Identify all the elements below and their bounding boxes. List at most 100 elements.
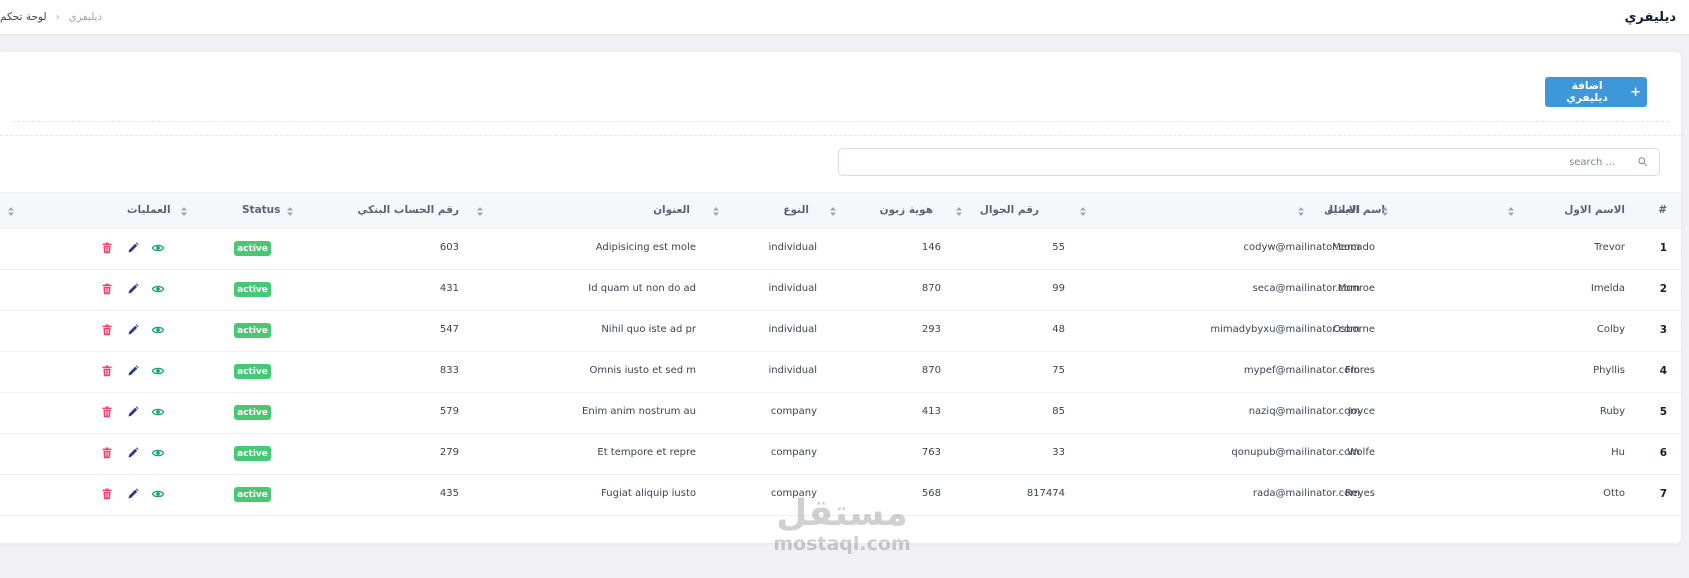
column-header-operations: العمليات — [127, 204, 171, 216]
breadcrumb-home-link[interactable]: لوحة تحكم — [0, 11, 47, 23]
cell-type: company — [770, 488, 817, 499]
table-row: 2 Imelda Monroe seca@mailinator.com 99 870 ind… — [0, 269, 1681, 311]
cell-customer-id: 146 — [921, 242, 941, 253]
table-row: 4 Phyllis Flores mypef@mailinator.com 75 870 i… — [0, 351, 1681, 393]
divider — [0, 135, 1681, 136]
cell-bank-account: 435 — [439, 488, 459, 499]
status-badge: active — [234, 323, 271, 338]
cell-address: Enim anim nostrum au — [582, 406, 696, 417]
pencil-icon[interactable] — [127, 488, 139, 500]
column-header-address[interactable]: العنوان — [653, 204, 690, 216]
cell-type: individual — [768, 242, 817, 253]
sort-icon[interactable] — [287, 207, 293, 216]
cell-mobile: 33 — [1052, 447, 1065, 458]
eye-icon[interactable] — [152, 283, 164, 295]
sort-icon[interactable] — [181, 207, 187, 216]
cell-address: Et tempore et repre — [597, 447, 696, 458]
trash-icon[interactable] — [101, 283, 113, 295]
status-badge: active — [234, 487, 271, 502]
sort-icon[interactable] — [477, 207, 483, 216]
cell-bank-account: 579 — [439, 406, 459, 417]
cell-type: individual — [768, 283, 817, 294]
cell-first-name: Trevor — [1594, 242, 1625, 253]
cell-bank-account: 279 — [439, 447, 459, 458]
add-delivery-button[interactable]: + اضافة ديليفري — [1545, 77, 1647, 107]
eye-icon[interactable] — [152, 324, 164, 336]
table-header: # الاسم الاول اسم العائلة الايميل رقم ال… — [0, 192, 1681, 229]
column-header-mobile[interactable]: رقم الجوال — [980, 204, 1039, 216]
eye-icon[interactable] — [152, 447, 164, 459]
cell-address: Omnis iusto et sed m — [589, 365, 696, 376]
pencil-icon[interactable] — [127, 365, 139, 377]
search-input[interactable] — [839, 149, 1619, 175]
cell-bank-account: 833 — [439, 365, 459, 376]
column-header-status[interactable]: Status — [242, 204, 280, 216]
pencil-icon[interactable] — [127, 447, 139, 459]
trash-icon[interactable] — [101, 406, 113, 418]
cell-bank-account: 603 — [439, 242, 459, 253]
cell-index: 7 — [1659, 488, 1667, 500]
status-badge: active — [234, 282, 271, 297]
cell-customer-id: 293 — [921, 324, 941, 335]
cell-mobile: 48 — [1052, 324, 1065, 335]
cell-address: Nihil quo iste ad pr — [601, 324, 696, 335]
column-header-bank-account[interactable]: رقم الحساب البنكي — [357, 204, 459, 216]
sort-icon[interactable] — [1298, 207, 1304, 216]
table-row: 6 Hu Wolfe qonupub@mailinator.com 33 763 compa… — [0, 433, 1681, 475]
eye-icon[interactable] — [152, 488, 164, 500]
pencil-icon[interactable] — [127, 242, 139, 254]
table-row: 3 Colby Osborne mimadybyxu@mailinator.com 48… — [0, 310, 1681, 352]
trash-icon[interactable] — [101, 488, 113, 500]
cell-customer-id: 763 — [921, 447, 941, 458]
sort-icon[interactable] — [1080, 207, 1086, 216]
status-badge: active — [234, 364, 271, 379]
cell-email: seca@mailinator.com — [1252, 283, 1360, 294]
status-badge: active — [234, 241, 271, 256]
cell-customer-id: 413 — [921, 406, 941, 417]
cell-email: mypef@mailinator.com — [1243, 365, 1360, 376]
cell-mobile: 75 — [1052, 365, 1065, 376]
column-header-first-name[interactable]: الاسم الاول — [1564, 204, 1625, 216]
search-icon — [1638, 157, 1647, 166]
cell-index: 5 — [1659, 406, 1667, 418]
eye-icon[interactable] — [152, 365, 164, 377]
sort-icon[interactable] — [1382, 207, 1388, 216]
pencil-icon[interactable] — [127, 406, 139, 418]
pencil-icon[interactable] — [127, 283, 139, 295]
column-header-type[interactable]: النوع — [783, 204, 809, 216]
cell-type: company — [770, 447, 817, 458]
cell-email: qonupub@mailinator.com — [1231, 447, 1360, 458]
eye-icon[interactable] — [152, 242, 164, 254]
table-row: 1 Trevor Mercado codyw@mailinator.com 55 146 i… — [0, 228, 1681, 270]
cell-index: 6 — [1659, 447, 1667, 459]
trash-icon[interactable] — [101, 242, 113, 254]
sort-icon[interactable] — [1508, 207, 1514, 216]
cell-email: mimadybyxu@mailinator.com — [1210, 324, 1360, 335]
pencil-icon[interactable] — [127, 324, 139, 336]
sort-icon[interactable] — [830, 207, 836, 216]
cell-mobile: 55 — [1052, 242, 1065, 253]
column-header-customer-id[interactable]: هوية زبون — [880, 204, 933, 216]
column-header-email[interactable]: الايميل — [1324, 204, 1360, 216]
sort-icon[interactable] — [713, 207, 719, 216]
cell-mobile: 99 — [1052, 283, 1065, 294]
cell-first-name: Imelda — [1590, 283, 1625, 294]
cell-address: Id quam ut non do ad — [588, 283, 696, 294]
cell-customer-id: 870 — [921, 365, 941, 376]
sort-icon[interactable] — [8, 207, 14, 216]
cell-customer-id: 568 — [921, 488, 941, 499]
cell-index: 1 — [1659, 242, 1667, 254]
breadcrumb: لوحة تحكم ‹ ديليفري — [0, 11, 102, 23]
cell-index: 3 — [1659, 324, 1667, 336]
cell-first-name: Otto — [1603, 488, 1625, 499]
trash-icon[interactable] — [101, 324, 113, 336]
plus-icon: + — [1630, 84, 1641, 100]
cell-first-name: Colby — [1596, 324, 1625, 335]
cell-mobile: 85 — [1052, 406, 1065, 417]
cell-address: Adipisicing est mole — [595, 242, 696, 253]
trash-icon[interactable] — [101, 447, 113, 459]
cell-email: naziq@mailinator.com — [1248, 406, 1360, 417]
trash-icon[interactable] — [101, 365, 113, 377]
sort-icon[interactable] — [956, 207, 962, 216]
eye-icon[interactable] — [152, 406, 164, 418]
